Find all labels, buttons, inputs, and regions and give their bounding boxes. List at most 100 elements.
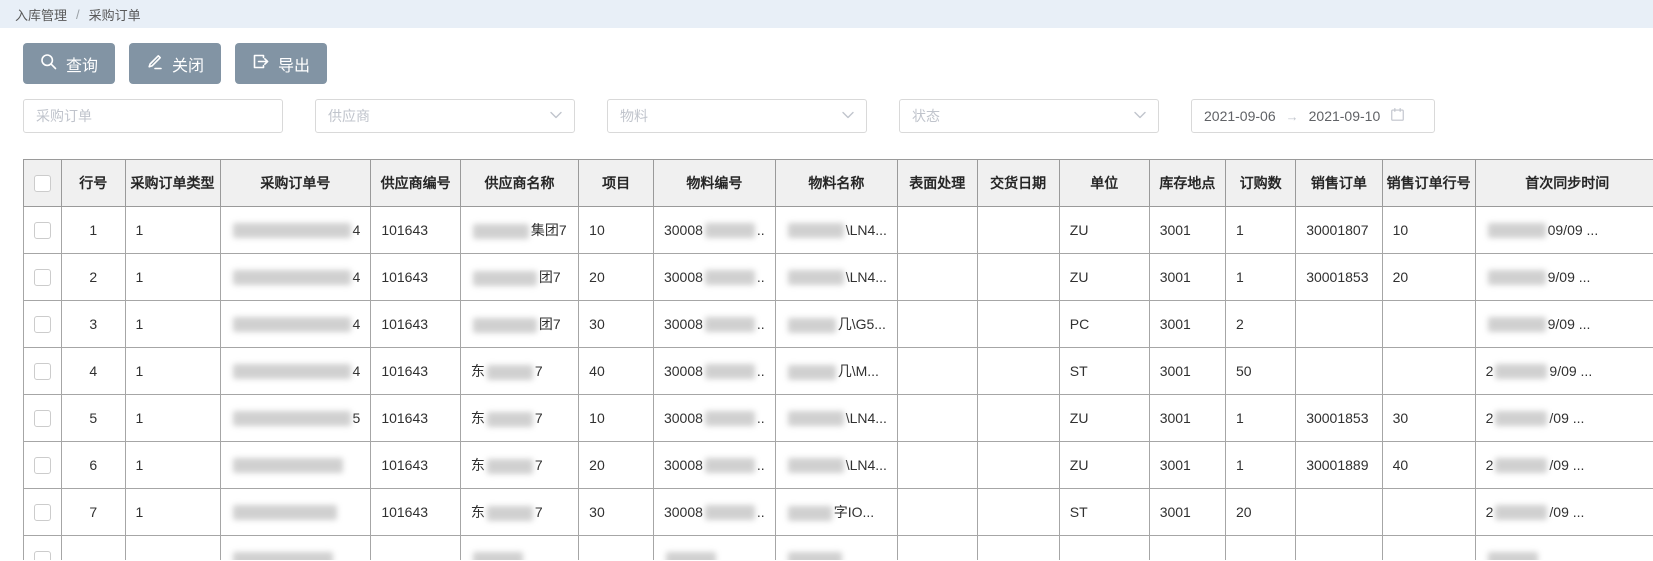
row-checkbox[interactable]	[34, 457, 51, 474]
row-select-cell	[24, 536, 62, 561]
column-header-po-no: 采购订单号	[220, 160, 371, 207]
breadcrumb-separator: /	[76, 7, 80, 22]
cell-item: 20	[579, 254, 654, 301]
cell-supplier-name: 东7	[460, 395, 578, 442]
redacted-text	[705, 223, 755, 238]
redacted-text	[788, 506, 832, 521]
close-button-label: 关闭	[172, 52, 204, 76]
export-button[interactable]: 导出	[235, 43, 327, 84]
material-select-placeholder: 物料	[620, 106, 648, 126]
table-row: 214101643团72030008..\LN4...ZU30011300018…	[24, 254, 1653, 301]
redacted-text	[1495, 458, 1547, 473]
cell-po-no	[220, 536, 371, 561]
select-all-header-cell	[24, 160, 62, 207]
row-checkbox[interactable]	[34, 269, 51, 286]
redacted-text	[788, 270, 844, 285]
cell-supplier-no: 101643	[371, 207, 461, 254]
cell-delivery-date	[977, 301, 1059, 348]
row-checkbox[interactable]	[34, 410, 51, 427]
close-button[interactable]: 关闭	[129, 43, 221, 84]
cell-supplier-name: 东7	[460, 348, 578, 395]
redacted-text	[705, 364, 755, 379]
cell-po-type: 1	[125, 301, 220, 348]
cell-material-name: 字IO...	[775, 489, 897, 536]
cell-item: 20	[579, 442, 654, 489]
redacted-text	[1488, 270, 1546, 285]
redacted-text	[473, 552, 523, 560]
purchase-order-input[interactable]	[23, 99, 283, 133]
cell-surface-treatment	[897, 395, 977, 442]
row-select-cell	[24, 395, 62, 442]
chevron-down-icon	[842, 108, 854, 124]
redacted-text	[233, 552, 333, 560]
row-checkbox[interactable]	[34, 551, 51, 560]
cell-sales-order: 30001807	[1296, 207, 1382, 254]
query-button[interactable]: 查询	[23, 43, 115, 84]
column-header-material-no: 物料编号	[653, 160, 775, 207]
cell-supplier-no: 101643	[371, 395, 461, 442]
cell-sales-order: 30001853	[1296, 254, 1382, 301]
cell-first-sync-time: 09/09 ...	[1475, 207, 1653, 254]
redacted-text	[705, 505, 755, 520]
cell-delivery-date	[977, 442, 1059, 489]
column-header-po-type: 采购订单类型	[125, 160, 220, 207]
search-icon	[40, 53, 57, 75]
material-select[interactable]: 物料	[607, 99, 867, 133]
select-all-checkbox[interactable]	[34, 175, 51, 192]
cell-order-qty: 20	[1225, 489, 1295, 536]
status-select[interactable]: 状态	[899, 99, 1159, 133]
cell-material-name: \LN4...	[775, 207, 897, 254]
row-checkbox[interactable]	[34, 316, 51, 333]
cell-sales-order-line: 40	[1382, 442, 1475, 489]
cell-material-no: 30008..	[653, 254, 775, 301]
cell-line-no: 2	[62, 254, 126, 301]
cell-order-qty	[1225, 536, 1295, 561]
cell-material-no: 30008..	[653, 207, 775, 254]
cell-sales-order	[1296, 489, 1382, 536]
cell-line-no	[62, 536, 126, 561]
cell-line-no: 5	[62, 395, 126, 442]
cell-sales-order-line	[1382, 301, 1475, 348]
cell-material-name: 几\M...	[775, 348, 897, 395]
supplier-select[interactable]: 供应商	[315, 99, 575, 133]
cell-unit: ST	[1059, 489, 1149, 536]
redacted-text	[705, 270, 755, 285]
redacted-text	[705, 317, 755, 332]
export-icon	[252, 53, 269, 75]
cell-sales-order-line: 20	[1382, 254, 1475, 301]
breadcrumb-item-inbound-management[interactable]: 入库管理	[15, 5, 67, 24]
redacted-text	[487, 459, 533, 474]
cell-surface-treatment	[897, 301, 977, 348]
cell-sales-order-line	[1382, 348, 1475, 395]
cell-item: 30	[579, 489, 654, 536]
column-header-supplier-name: 供应商名称	[460, 160, 578, 207]
cell-supplier-no: 101643	[371, 442, 461, 489]
row-checkbox[interactable]	[34, 363, 51, 380]
cell-po-no: 4	[220, 254, 371, 301]
cell-order-qty: 1	[1225, 207, 1295, 254]
redacted-text	[705, 411, 755, 426]
chevron-down-icon	[550, 108, 562, 124]
row-select-cell	[24, 207, 62, 254]
toolbar: 查询 关闭 导出	[23, 43, 1653, 84]
status-select-placeholder: 状态	[912, 106, 940, 126]
redacted-text	[487, 365, 533, 380]
breadcrumb-item-purchase-order: 采购订单	[89, 5, 141, 24]
cell-material-no: 30008..	[653, 442, 775, 489]
table-row	[24, 536, 1653, 561]
date-range-arrow-icon: →	[1286, 109, 1299, 124]
redacted-text	[788, 223, 844, 238]
table-row: 314101643团73030008..几\G5...PC300129/09 .…	[24, 301, 1653, 348]
cell-supplier-no: 101643	[371, 301, 461, 348]
date-range-picker[interactable]: 2021-09-06 → 2021-09-10	[1191, 99, 1435, 133]
cell-sales-order-line: 30	[1382, 395, 1475, 442]
cell-storage-location: 3001	[1149, 395, 1225, 442]
row-checkbox[interactable]	[34, 222, 51, 239]
cell-first-sync-time: 9/09 ...	[1475, 254, 1653, 301]
row-checkbox[interactable]	[34, 504, 51, 521]
table-row: 515101643东71030008..\LN4...ZU30011300018…	[24, 395, 1653, 442]
cell-delivery-date	[977, 348, 1059, 395]
cell-order-qty: 2	[1225, 301, 1295, 348]
redacted-text	[788, 552, 842, 560]
redacted-text	[233, 317, 351, 332]
